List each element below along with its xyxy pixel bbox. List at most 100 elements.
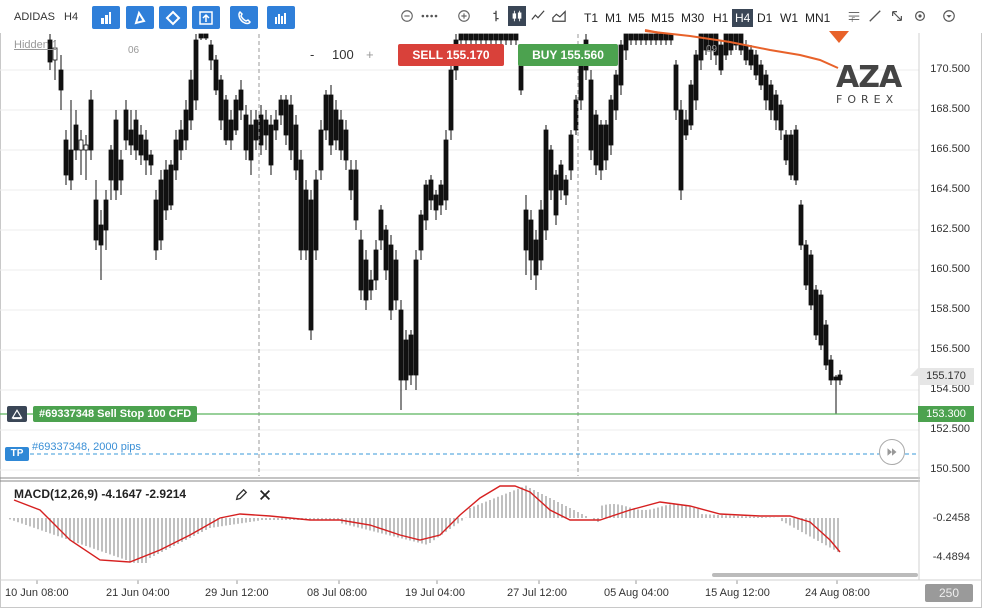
x-axis-label: 15 Aug 12:00 xyxy=(705,587,770,599)
y-axis-label: 158.500 xyxy=(930,303,970,315)
candle-body xyxy=(493,33,499,41)
candle-body xyxy=(428,179,434,201)
candle-body xyxy=(243,114,249,151)
x-axis-label: 21 Jun 04:00 xyxy=(106,587,170,599)
candle-body xyxy=(623,33,629,51)
candle-body xyxy=(813,289,819,336)
qty-value[interactable]: 100 xyxy=(332,47,354,62)
candle-body xyxy=(388,244,394,311)
candle-body xyxy=(528,219,534,261)
close-icon[interactable] xyxy=(258,488,272,502)
candle-body xyxy=(628,33,634,41)
qty-plus-button[interactable]: + xyxy=(366,47,374,62)
y-axis-label: 164.500 xyxy=(930,183,970,195)
hidden-label[interactable]: Hidden 1 xyxy=(14,39,58,51)
order-toggle-button[interactable] xyxy=(7,406,27,422)
candle-body xyxy=(803,244,809,286)
candle-body xyxy=(283,99,289,136)
x-axis-label: 08 Jul 08:00 xyxy=(307,587,367,599)
y-axis-label: 162.500 xyxy=(930,223,970,235)
candle-body xyxy=(718,44,724,71)
candle-body xyxy=(218,79,224,121)
candle-body xyxy=(128,129,134,146)
candle-body xyxy=(143,139,149,161)
candle-body xyxy=(613,74,619,111)
candle-body xyxy=(153,199,159,251)
candle-body xyxy=(63,139,69,176)
aza-forex-logo: AZA FOREX xyxy=(832,60,907,108)
candle-body xyxy=(263,119,269,136)
candle-body xyxy=(468,33,474,41)
candle-body xyxy=(363,259,369,301)
edit-icon[interactable] xyxy=(234,488,248,502)
candle-body xyxy=(808,254,814,306)
candle-body xyxy=(178,129,184,151)
candle-body xyxy=(183,109,189,141)
candle-body xyxy=(353,169,359,221)
candle-body xyxy=(193,39,199,101)
candle-body xyxy=(663,33,669,41)
candle-body xyxy=(683,119,689,136)
candle-body xyxy=(788,134,794,176)
quantity-stepper[interactable]: - 100 + xyxy=(304,46,380,66)
candle-body xyxy=(168,164,174,206)
candle-body xyxy=(573,99,579,131)
scrollbar-thumb[interactable] xyxy=(712,573,918,577)
candle-body xyxy=(58,69,64,91)
candle-body xyxy=(298,159,304,251)
x-axis-label: 27 Jul 12:00 xyxy=(507,587,567,599)
x-axis-label: 05 Aug 04:00 xyxy=(604,587,669,599)
sell-stop-order-tag[interactable]: #69337348 Sell Stop 100 CFD xyxy=(33,406,198,422)
candle-body xyxy=(648,33,654,41)
candle-body xyxy=(308,199,314,331)
candle-body xyxy=(228,119,234,141)
candle-body xyxy=(513,33,519,41)
buy-button[interactable]: BUY 155.560 xyxy=(518,44,618,66)
candle-body xyxy=(618,44,624,86)
sell-button[interactable]: SELL 155.170 xyxy=(398,44,504,66)
candle-body xyxy=(533,239,539,276)
candle-body xyxy=(208,44,214,61)
macd-y-label: -0.2458 xyxy=(932,512,970,524)
candle-body xyxy=(343,129,349,161)
qty-minus-button[interactable]: - xyxy=(310,47,314,62)
candle-body xyxy=(233,99,239,131)
candle-body xyxy=(138,134,144,156)
candle-body xyxy=(448,69,454,131)
candle-body xyxy=(433,194,439,211)
candle-body xyxy=(413,259,419,376)
scroll-to-end-button[interactable] xyxy=(879,439,905,465)
candle-body xyxy=(418,214,424,251)
triangle-up-icon xyxy=(11,409,23,420)
date-marker: 06 xyxy=(128,45,140,56)
candle-body xyxy=(543,129,549,231)
zoom-level-box[interactable]: 250 xyxy=(925,584,973,602)
candle-body xyxy=(248,124,254,161)
candle-body xyxy=(483,33,489,41)
candle-body xyxy=(303,189,309,251)
candle-body xyxy=(693,54,699,101)
macd-tools xyxy=(234,487,274,503)
candle-body xyxy=(103,199,109,231)
candle-body xyxy=(643,33,649,41)
candle-body xyxy=(113,119,119,191)
candle-body xyxy=(503,33,509,41)
macd-y-label: -4.4894 xyxy=(932,551,970,563)
x-axis-label: 29 Jun 12:00 xyxy=(205,587,269,599)
current-price-tag: 155.170 xyxy=(918,368,974,385)
candlesticks xyxy=(47,33,843,414)
candle-body xyxy=(258,114,264,146)
tp-badge[interactable]: TP xyxy=(5,447,29,461)
candle-body xyxy=(438,184,444,206)
candle-body xyxy=(673,64,679,111)
y-axis-label: 152.500 xyxy=(930,423,970,435)
candle-body xyxy=(783,134,789,161)
candle-body xyxy=(253,119,259,141)
candle-body xyxy=(278,99,284,116)
candle-body xyxy=(268,124,274,166)
candle-body xyxy=(548,149,554,191)
candle-body xyxy=(443,139,449,201)
fast-forward-icon xyxy=(887,448,897,456)
candle-body xyxy=(568,134,574,171)
candle-body xyxy=(463,33,469,41)
